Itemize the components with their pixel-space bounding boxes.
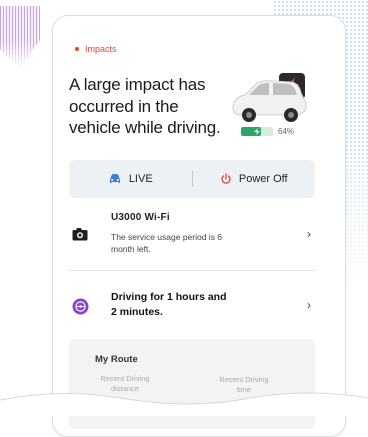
- alert-dot-icon: [75, 47, 79, 51]
- control-bar: LIVE Power Off: [69, 160, 315, 198]
- power-off-button[interactable]: Power Off: [193, 173, 316, 185]
- car-icon: [109, 174, 120, 183]
- recent-distance-label-1: Recent Driving: [100, 374, 150, 383]
- device-service-line-1: The service usage period is 6: [111, 232, 223, 242]
- device-name: U3000 Wi-Fi: [111, 212, 170, 223]
- phone-frame: Impacts A large impact has occurred in t…: [52, 15, 346, 437]
- chevron-right-icon: ›: [307, 298, 311, 312]
- car-impact-icon: [232, 73, 307, 122]
- page-curl-decoration: [0, 392, 368, 416]
- power-icon: [221, 173, 231, 184]
- impact-tag-label: Impacts: [85, 44, 117, 54]
- steering-wheel-icon: [72, 298, 88, 315]
- driving-icon-wrap: [69, 298, 91, 315]
- device-item[interactable]: U3000 Wi-Fi The service usage period is …: [69, 212, 315, 255]
- headline-line-2: occurred in the: [69, 96, 179, 116]
- battery-bar: [241, 127, 273, 136]
- route-title: My Route: [95, 354, 138, 365]
- decorative-stripes-left: [0, 6, 40, 68]
- battery-percent: 64%: [278, 127, 295, 136]
- device-icon-wrap: [69, 228, 91, 241]
- list-divider: [69, 270, 315, 271]
- driving-duration: Driving for 1 hours and 2 minutes.: [111, 290, 289, 320]
- battery-indicator: 64%: [241, 127, 294, 136]
- recent-time-label-1: Recent Driving: [219, 375, 269, 384]
- live-button[interactable]: LIVE: [69, 173, 192, 185]
- chevron-right-icon: ›: [307, 226, 311, 241]
- headline-line-3: vehicle while driving.: [69, 118, 221, 137]
- power-off-label: Power Off: [238, 173, 288, 185]
- driving-item[interactable]: Driving for 1 hours and 2 minutes. ›: [69, 290, 315, 320]
- impact-headline: A large impact has occurred in the vehic…: [69, 74, 244, 139]
- driving-line-1: Driving for 1 hours and: [111, 291, 227, 303]
- live-label: LIVE: [128, 173, 153, 185]
- driving-line-2: 2 minutes.: [111, 306, 163, 318]
- impact-tag: Impacts: [75, 44, 117, 54]
- device-service-line-2: month left.: [111, 244, 151, 254]
- device-service-text: The service usage period is 6 month left…: [111, 231, 289, 255]
- camera-icon: [72, 228, 88, 241]
- lightning-icon: [254, 128, 260, 135]
- headline-line-1: A large impact has: [69, 75, 206, 94]
